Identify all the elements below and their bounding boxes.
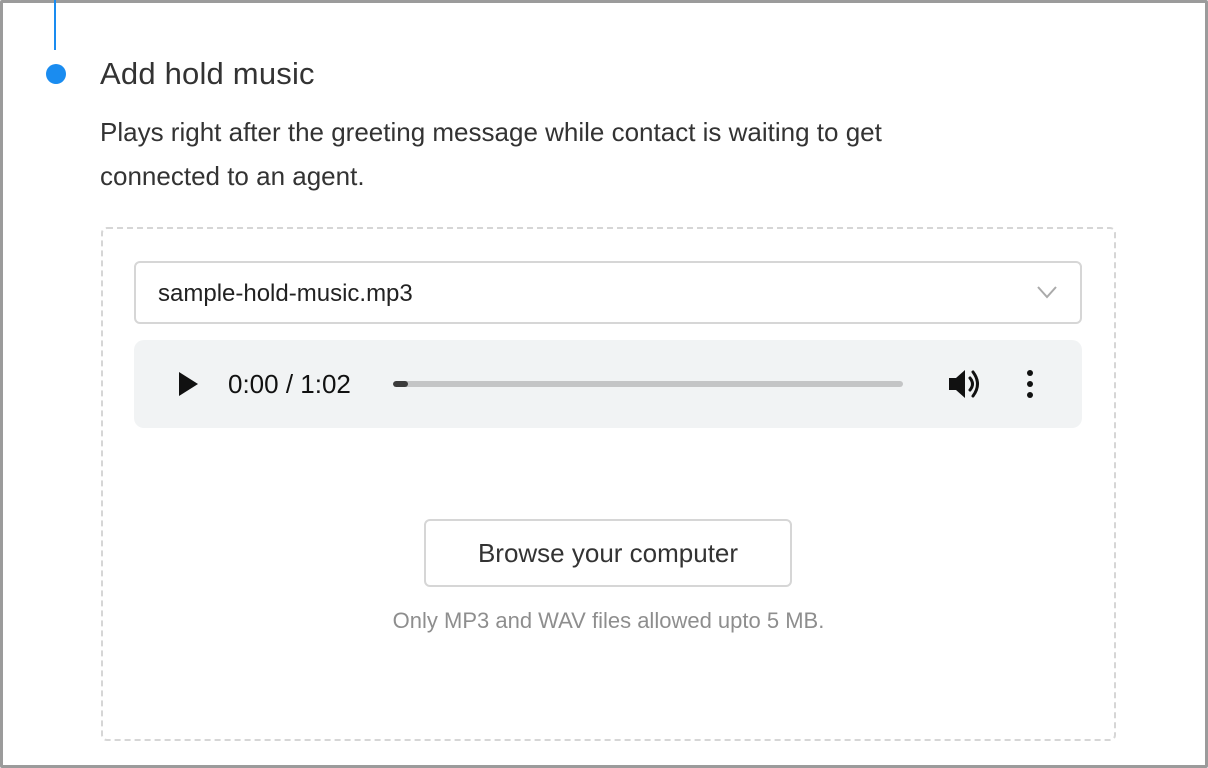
audio-player: 0:00 / 1:02 bbox=[134, 340, 1082, 428]
step-connector-line bbox=[54, 0, 56, 50]
seek-bar[interactable] bbox=[393, 381, 903, 387]
section-title: Add hold music bbox=[100, 56, 315, 91]
selected-file-name: sample-hold-music.mp3 bbox=[158, 280, 413, 307]
chevron-down-icon bbox=[1037, 286, 1057, 299]
section-description: Plays right after the greeting message w… bbox=[100, 117, 882, 191]
volume-icon[interactable] bbox=[947, 367, 983, 401]
play-icon[interactable] bbox=[176, 371, 200, 397]
file-type-hint: Only MP3 and WAV files allowed upto 5 MB… bbox=[392, 608, 825, 633]
playback-time: 0:00 / 1:02 bbox=[228, 369, 351, 399]
more-vertical-icon[interactable] bbox=[1018, 368, 1042, 400]
browse-computer-button[interactable]: Browse your computer bbox=[424, 519, 792, 587]
hold-music-file-select[interactable]: sample-hold-music.mp3 bbox=[134, 261, 1082, 324]
step-indicator-dot bbox=[46, 64, 66, 84]
seek-bar-progress bbox=[393, 381, 409, 387]
